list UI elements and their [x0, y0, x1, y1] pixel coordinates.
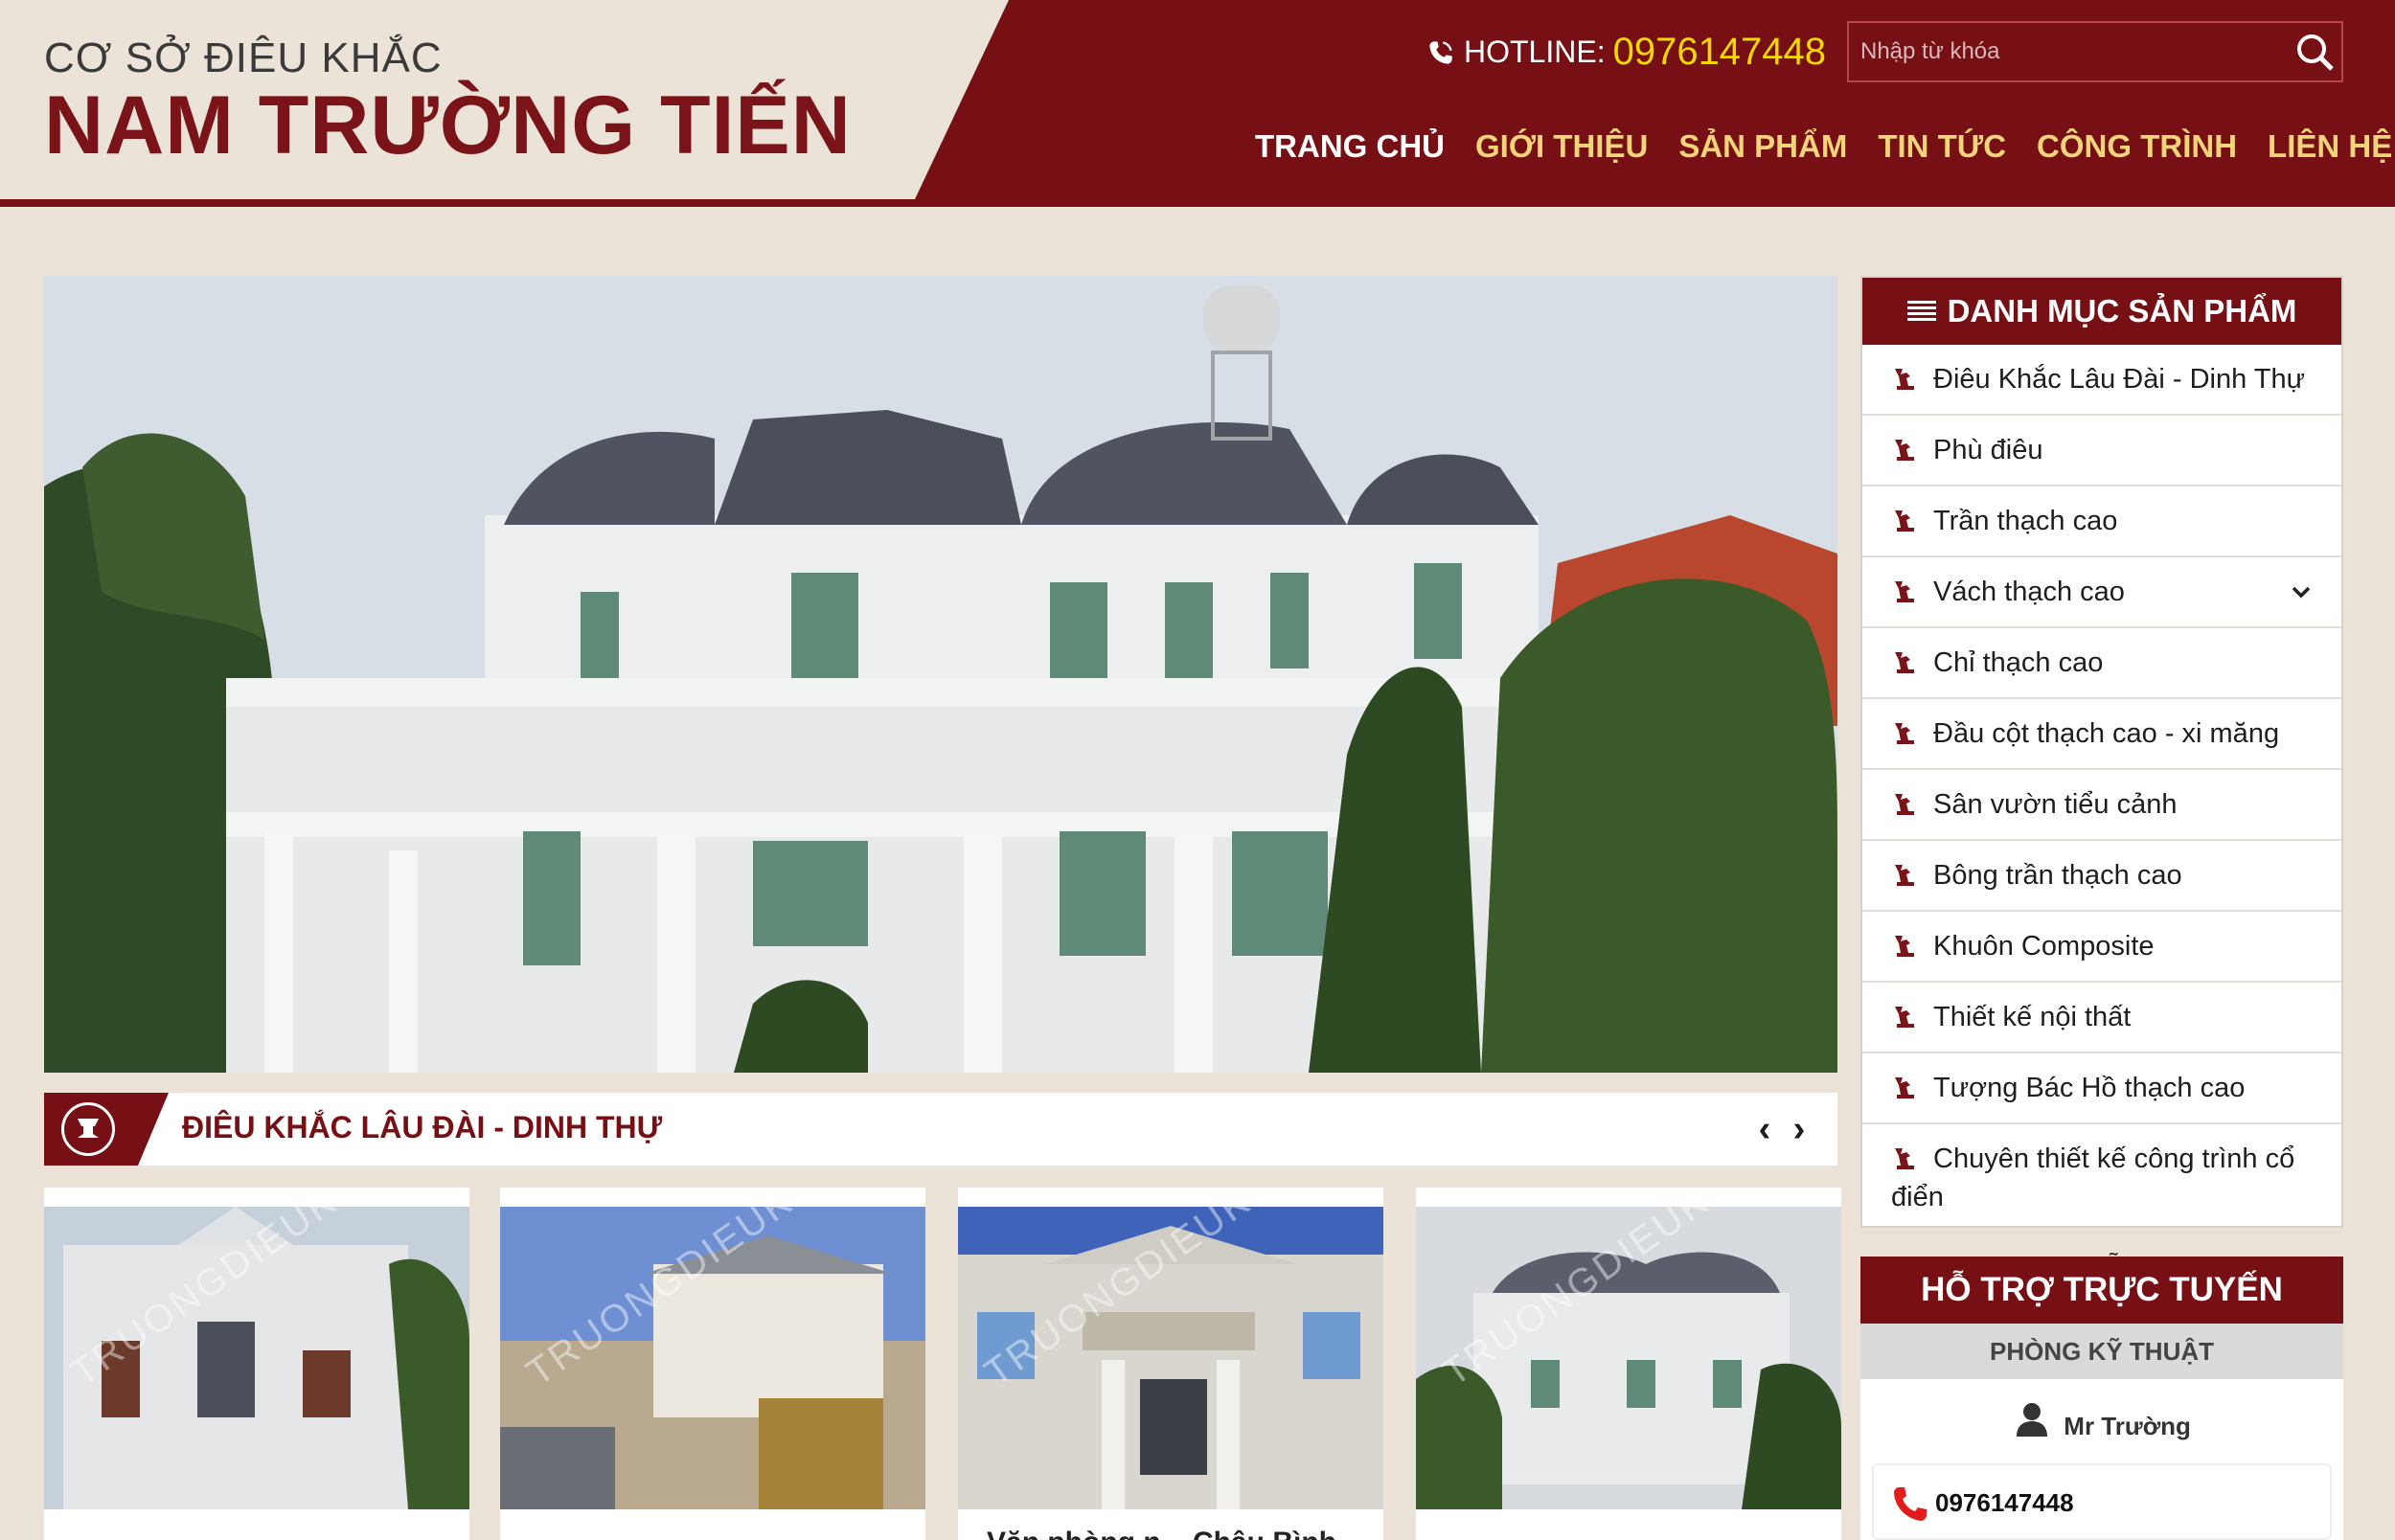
- category-item[interactable]: Bông trần thạch cao: [1862, 841, 2341, 912]
- logo-subtitle[interactable]: CƠ SỞ ĐIÊU KHẮC: [44, 34, 443, 82]
- category-item-label: Tượng Bác Hồ thạch cao: [1933, 1073, 2246, 1103]
- sculpture-icon: [1895, 1148, 1914, 1169]
- product-card[interactable]: TRUONGDIEUKHAC.VN: [500, 1188, 925, 1540]
- section-badge: [44, 1093, 169, 1166]
- chevron-right-icon[interactable]: ›: [1782, 1110, 1816, 1148]
- sculpture-icon: [1895, 794, 1914, 815]
- product-card[interactable]: TRUONGDIEUKHAC.VN: [44, 1188, 469, 1540]
- category-item[interactable]: Thiết kế nội thất: [1862, 983, 2341, 1053]
- hotline[interactable]: HOTLINE: 0976147448: [1427, 31, 1826, 74]
- sculpture-icon: [61, 1102, 115, 1156]
- sculpture-icon: [1895, 723, 1914, 744]
- category-item-label: Bông trần thạch cao: [1933, 860, 2182, 891]
- nav-item-projects[interactable]: CÔNG TRÌNH: [2037, 128, 2237, 165]
- category-list: Điêu Khắc Lâu Đài - Dinh Thự Phù điêu Trần…: [1862, 345, 2341, 1304]
- chevron-down-icon[interactable]: [2290, 580, 2313, 603]
- category-item-label: Vách thạch cao: [1933, 577, 2125, 607]
- category-item-label: Điêu Khắc Lâu Đài - Dinh Thự: [1933, 364, 2306, 395]
- phone-icon: [1894, 1487, 1927, 1521]
- support-phone[interactable]: 0976147448: [1872, 1463, 2332, 1540]
- hotline-label: HOTLINE:: [1464, 34, 1606, 69]
- sculpture-icon: [1895, 1007, 1914, 1028]
- nav-item-about[interactable]: GIỚI THIỆU: [1475, 128, 1648, 165]
- category-item-label: Trần thạch cao: [1933, 506, 2118, 536]
- carousel-controls: ‹ ›: [1747, 1110, 1816, 1148]
- search-box: [1847, 21, 2343, 82]
- phone-icon: [1429, 40, 1452, 64]
- category-title: DANH MỤC SẢN PHẨM: [1947, 293, 2297, 328]
- support-box: HỖ TRỢ TRỰC TUYẾN PHÒNG KỸ THUẬT Mr Trườ…: [1860, 1257, 2343, 1540]
- category-sidebar: DANH MỤC SẢN PHẨM Điêu Khắc Lâu Đài - Di…: [1860, 276, 2343, 1304]
- support-title: HỖ TRỢ TRỰC TUYẾN: [1860, 1257, 2343, 1324]
- category-item[interactable]: Chỉ thạch cao: [1862, 628, 2341, 699]
- sculpture-icon: [1895, 1077, 1914, 1098]
- sculpture-icon: [1895, 369, 1914, 390]
- category-item[interactable]: Đầu cột thạch cao - xi măng: [1862, 699, 2341, 770]
- category-item-label: Phù điêu: [1933, 435, 2043, 465]
- sculpture-icon: [1895, 440, 1914, 461]
- logo-title[interactable]: NAM TRƯỜNG TIẾN: [44, 79, 852, 173]
- section-title[interactable]: ĐIÊU KHẮC LÂU ĐÀI - DINH THỰ: [182, 1110, 662, 1145]
- sculpture-icon: [1895, 865, 1914, 886]
- category-header: DANH MỤC SẢN PHẨM: [1862, 278, 2341, 345]
- support-department: PHÒNG KỸ THUẬT: [1860, 1324, 2343, 1379]
- category-item-label: Thiết kế nội thất: [1933, 1002, 2132, 1032]
- nav-item-contact[interactable]: LIÊN HỆ: [2268, 128, 2392, 165]
- category-item-label: Đầu cột thạch cao - xi măng: [1933, 718, 2280, 749]
- sculpture-icon: [1895, 581, 1914, 602]
- category-item[interactable]: Chuyên thiết kế công trình cổ điển: [1862, 1124, 2341, 1234]
- category-item-label: Khuôn Composite: [1933, 931, 2155, 962]
- category-item[interactable]: Tượng Bác Hồ thạch cao: [1862, 1053, 2341, 1124]
- product-carousel: TRUONGDIEUKHAC.VN TRUONGDIEUKHAC.VN: [44, 1188, 1841, 1540]
- hero-image: [44, 276, 1837, 1073]
- search-input[interactable]: [1849, 23, 2280, 80]
- nav-item-news[interactable]: TIN TỨC: [1878, 128, 2006, 165]
- category-item[interactable]: Khuôn Composite: [1862, 912, 2341, 983]
- hero-slider[interactable]: [44, 276, 1837, 1073]
- support-person-name: Mr Trường: [2064, 1412, 2191, 1440]
- nav-item-products[interactable]: SẢN PHẨM: [1678, 128, 1847, 165]
- category-item[interactable]: Vách thạch cao: [1862, 557, 2341, 628]
- nav-item-home[interactable]: TRANG CHỦ: [1255, 128, 1445, 165]
- hotline-number[interactable]: 0976147448: [1613, 31, 1826, 74]
- user-icon: [2017, 1403, 2048, 1437]
- category-item-label: Chuyên thiết kế công trình cổ điển: [1891, 1144, 2295, 1212]
- support-person: Mr Trường: [1860, 1400, 2343, 1441]
- site-header: CƠ SỞ ĐIÊU KHẮC NAM TRƯỜNG TIẾN HOTLINE:…: [0, 0, 2395, 207]
- menu-icon: [1906, 301, 1936, 321]
- category-item-label: Chỉ thạch cao: [1933, 647, 2104, 678]
- product-card[interactable]: TRUONGDIEUKHAC.VN Văn phòng n... Châu Bì…: [958, 1188, 1383, 1540]
- section-header: ĐIÊU KHẮC LÂU ĐÀI - DINH THỰ ‹ ›: [44, 1093, 1837, 1166]
- category-item[interactable]: Sân vườn tiểu cảnh: [1862, 770, 2341, 841]
- main-nav: TRANG CHỦ GIỚI THIỆU SẢN PHẨM TIN TỨC CÔ…: [1255, 128, 2395, 165]
- category-item[interactable]: Trần thạch cao: [1862, 487, 2341, 557]
- chevron-left-icon[interactable]: ‹: [1747, 1110, 1782, 1148]
- product-card[interactable]: TRUONGDIEUKHAC.VN: [1416, 1188, 1841, 1540]
- sculpture-icon: [1895, 652, 1914, 673]
- sculpture-icon: [1895, 936, 1914, 957]
- category-item[interactable]: Phù điêu: [1862, 416, 2341, 487]
- product-title[interactable]: Văn phòng n... Châu Bình: [987, 1527, 1336, 1540]
- sculpture-icon: [1895, 510, 1914, 532]
- category-item[interactable]: Điêu Khắc Lâu Đài - Dinh Thự: [1862, 345, 2341, 416]
- support-phone-number[interactable]: 0976147448: [1935, 1488, 2074, 1518]
- category-item-label: Sân vườn tiểu cảnh: [1933, 789, 2178, 820]
- search-icon[interactable]: [2293, 31, 2336, 73]
